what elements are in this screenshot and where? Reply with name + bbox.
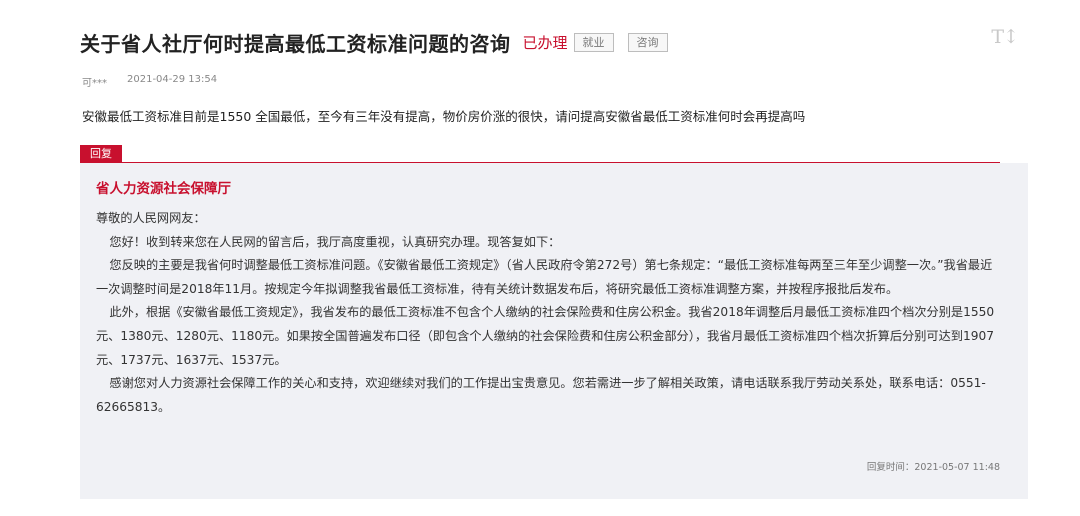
tag-consultation[interactable]: 咨询 [627, 32, 668, 52]
page-title: 关于省人社厅何时提高最低工资标准问题的咨询 [80, 31, 511, 56]
reply-box: 省人力资源社会保障厅 尊敬的人民网网友： 您好！收到转来您在人民网的留言后，我厅… [80, 163, 1028, 499]
post-meta: 可*** 2021-04-29 13:54 [82, 74, 217, 89]
posted-time: 2021-04-29 13:54 [127, 74, 218, 85]
reply-body: 尊敬的人民网网友： 您好！收到转来您在人民网的留言后，我厅高度重视，认真研究办理… [96, 207, 1000, 419]
title-row: 关于省人社厅何时提高最低工资标准问题的咨询 已办理 就业 咨询 [80, 28, 1020, 56]
tag-employment[interactable]: 就业 [573, 32, 614, 52]
reply-paragraph: 您反映的主要是我省何时调整最低工资标准问题。《安徽省最低工资规定》（省人民政府令… [96, 258, 993, 296]
reply-paragraph: 感谢您对人力资源社会保障工作的关心和支持，欢迎继续对我们的工作提出宝贵意见。您若… [96, 376, 986, 414]
status-badge: 已办理 [522, 33, 568, 52]
message-detail-page: 关于省人社厅何时提高最低工资标准问题的咨询 已办理 就业 咨询 T↕ 可*** … [0, 0, 1080, 516]
font-size-toggle-icon[interactable]: T↕ [991, 26, 1019, 48]
reply-paragraph: 您好！收到转来您在人民网的留言后，我厅高度重视，认真研究办理。现答复如下： [109, 234, 561, 249]
question-text: 安徽最低工资标准目前是1550 全国最低，至今有三年没有提高，物价房价涨的很快，… [82, 109, 806, 124]
reply-time: 回复时间：2021-05-07 11:48 [866, 462, 1000, 473]
author-name: 可*** [82, 78, 107, 89]
reply-department: 省人力资源社会保障厅 [96, 181, 231, 197]
reply-label: 回复 [80, 145, 122, 163]
reply-greeting: 尊敬的人民网网友： [96, 211, 206, 225]
reply-paragraph: 此外，根据《安徽省最低工资规定》，我省发布的最低工资标准不包含个人缴纳的社会保险… [96, 305, 995, 367]
